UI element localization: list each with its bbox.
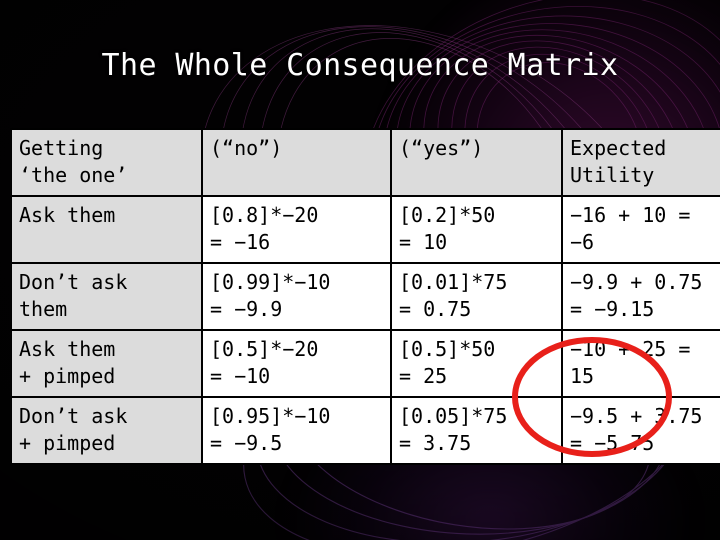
header-line-1: (“no”) <box>210 136 283 160</box>
cell-line-1: −10 + 25 = <box>570 337 691 361</box>
header-line-1: Getting <box>19 136 104 160</box>
slide-title: The Whole Consequence Matrix <box>101 48 619 83</box>
cell-line-2: = −9.15 <box>570 297 655 321</box>
table-row: Ask them + pimped [0.5]*−20 = −10 [0.5]*… <box>10 329 720 398</box>
cell-yes: [0.5]*50 = 25 <box>390 329 563 398</box>
row-label-line-1: Don’t ask <box>19 270 128 294</box>
cell-line-2: = −9.9 <box>210 297 283 321</box>
slide-canvas: The Whole Consequence Matrix Getting ‘th… <box>0 0 720 540</box>
cell-yes: [0.01]*75 = 0.75 <box>390 262 563 331</box>
cell-line-2: = 25 <box>399 364 448 388</box>
cell-line-2: = −5.75 <box>570 431 655 455</box>
cell-yes: [0.05]*75 = 3.75 <box>390 396 563 465</box>
cell-yes: [0.2]*50 = 10 <box>390 195 563 264</box>
cell-line-1: [0.01]*75 <box>399 270 508 294</box>
cell-line-1: −9.9 + 0.75 <box>570 270 703 294</box>
cell-line-1: [0.2]*50 <box>399 203 496 227</box>
cell-line-1: [0.8]*−20 <box>210 203 319 227</box>
row-label-line-2: them <box>19 297 68 321</box>
cell-no: [0.95]*−10 = −9.5 <box>201 396 392 465</box>
cell-line-2: = 0.75 <box>399 297 472 321</box>
table-row: Don’t ask + pimped [0.95]*−10 = −9.5 [0.… <box>10 396 720 465</box>
row-label-ask-them: Ask them <box>10 195 203 264</box>
column-header-yes: (“yes”) <box>390 128 563 197</box>
row-label-line-1: Ask them <box>19 337 116 361</box>
consequence-matrix: Getting ‘the one’ (“no”) (“yes”) Expecte… <box>10 128 720 465</box>
cell-line-2: = −9.5 <box>210 431 283 455</box>
cell-line-1: [0.95]*−10 <box>210 404 331 428</box>
cell-line-1: −16 + 10 = <box>570 203 691 227</box>
cell-line-2: −6 <box>570 230 595 254</box>
cell-no: [0.8]*−20 = −16 <box>201 195 392 264</box>
table-row: Don’t ask them [0.99]*−10 = −9.9 [0.01]*… <box>10 262 720 331</box>
row-label-ask-them-pimped: Ask them + pimped <box>10 329 203 398</box>
header-line-2: Utility <box>570 163 655 187</box>
cell-expected-utility: −9.9 + 0.75 = −9.15 <box>561 262 720 331</box>
matrix-table: Getting ‘the one’ (“no”) (“yes”) Expecte… <box>10 128 720 465</box>
cell-line-2: = 3.75 <box>399 431 472 455</box>
cell-expected-utility-highlighted: −10 + 25 = 15 <box>561 329 720 398</box>
cell-line-1: −9.5 + 3.75 <box>570 404 703 428</box>
column-header-scenario: Getting ‘the one’ <box>10 128 203 197</box>
table-header-row: Getting ‘the one’ (“no”) (“yes”) Expecte… <box>10 128 720 197</box>
cell-expected-utility: −16 + 10 = −6 <box>561 195 720 264</box>
table-row: Ask them [0.8]*−20 = −16 [0.2]*50 = 10 −… <box>10 195 720 264</box>
column-header-no: (“no”) <box>201 128 392 197</box>
cell-line-2: = −16 <box>210 230 271 254</box>
cell-line-1: [0.5]*50 <box>399 337 496 361</box>
column-header-expected-utility: Expected Utility <box>561 128 720 197</box>
cell-expected-utility: −9.5 + 3.75 = −5.75 <box>561 396 720 465</box>
cell-line-2: = −10 <box>210 364 271 388</box>
header-line-1: Expected <box>570 136 667 160</box>
cell-line-2: 15 <box>570 364 595 388</box>
header-line-1: (“yes”) <box>399 136 484 160</box>
cell-line-2: = 10 <box>399 230 448 254</box>
cell-line-1: [0.5]*−20 <box>210 337 319 361</box>
row-label-dont-ask-pimped: Don’t ask + pimped <box>10 396 203 465</box>
row-label-line-2: + pimped <box>19 431 116 455</box>
row-label-line-2: + pimped <box>19 364 116 388</box>
cell-line-1: [0.99]*−10 <box>210 270 331 294</box>
cell-no: [0.5]*−20 = −10 <box>201 329 392 398</box>
cell-no: [0.99]*−10 = −9.9 <box>201 262 392 331</box>
row-label-dont-ask-them: Don’t ask them <box>10 262 203 331</box>
row-label-line-1: Don’t ask <box>19 404 128 428</box>
cell-line-1: [0.05]*75 <box>399 404 508 428</box>
header-line-2: ‘the one’ <box>19 163 128 187</box>
row-label-line-1: Ask them <box>19 203 116 227</box>
